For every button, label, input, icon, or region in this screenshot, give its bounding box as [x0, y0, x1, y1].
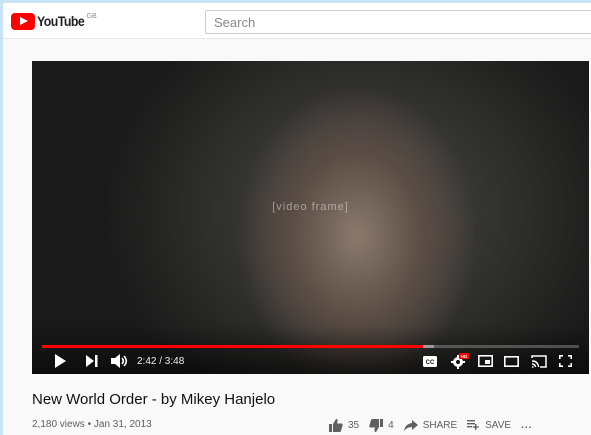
volume-button[interactable]: [111, 353, 129, 369]
thumbs-down-icon: [369, 418, 384, 432]
youtube-play-logo-icon: [11, 13, 35, 30]
play-button[interactable]: [54, 353, 66, 369]
playlist-add-icon: [467, 420, 479, 430]
captions-button[interactable]: CC: [423, 353, 437, 369]
video-placeholder-label: [video frame]: [272, 201, 349, 213]
youtube-watch-page: YouTube GB [video frame]: [3, 3, 591, 435]
dislike-count: 4: [388, 419, 394, 431]
time-display: 2:42 / 3:48: [137, 353, 184, 369]
save-button[interactable]: SAVE: [467, 420, 511, 431]
more-actions-icon: ...: [521, 419, 533, 431]
search-input[interactable]: [205, 10, 591, 34]
video-meta: 2,180 views • Jan 31, 2013: [32, 419, 152, 430]
logo-text: YouTube: [37, 13, 85, 29]
country-code: GB: [86, 13, 97, 20]
cast-button[interactable]: [531, 353, 547, 369]
thumbs-up-icon: [329, 418, 343, 432]
share-label: SHARE: [422, 419, 458, 431]
time-display-text: 2:42 / 3:48: [137, 355, 185, 367]
share-button[interactable]: SHARE: [403, 419, 458, 431]
theater-mode-button[interactable]: [504, 353, 519, 369]
cc-label: CC: [426, 360, 435, 366]
next-button[interactable]: [86, 353, 98, 369]
miniplayer-button[interactable]: [478, 353, 493, 369]
cast-icon: [531, 354, 547, 368]
theater-icon: [504, 355, 519, 367]
dislike-button[interactable]: 4: [369, 418, 394, 432]
progress-played: [42, 345, 424, 348]
captions-icon: CC: [423, 355, 437, 367]
masthead: YouTube GB: [3, 3, 591, 39]
view-count: 2,180 views: [32, 419, 85, 430]
progress-bar[interactable]: [42, 345, 579, 348]
hd-badge: HD: [461, 354, 468, 359]
video-player[interactable]: [video frame] 2:42 / 3:48 CC HD: [32, 61, 589, 374]
meta-separator: •: [87, 419, 92, 430]
youtube-logo[interactable]: YouTube GB: [11, 12, 97, 30]
next-icon: [86, 355, 98, 367]
share-arrow-icon: [403, 419, 418, 431]
upload-date: Jan 31, 2013: [93, 419, 152, 430]
save-label: SAVE: [485, 419, 512, 431]
like-count: 35: [348, 419, 360, 431]
like-button[interactable]: 35: [329, 418, 360, 432]
volume-icon: [111, 354, 128, 368]
play-icon: [55, 354, 66, 368]
settings-icon: HD: [451, 353, 469, 369]
fullscreen-icon: [559, 355, 572, 367]
miniplayer-icon: [478, 355, 493, 367]
video-actions: 35 4 SHARE SAVE ...: [329, 416, 542, 434]
more-actions-button[interactable]: ...: [521, 420, 532, 431]
video-title: New World Order - by Mikey Hanjelo: [32, 391, 276, 408]
settings-button[interactable]: HD: [450, 353, 470, 369]
fullscreen-button[interactable]: [559, 353, 572, 369]
